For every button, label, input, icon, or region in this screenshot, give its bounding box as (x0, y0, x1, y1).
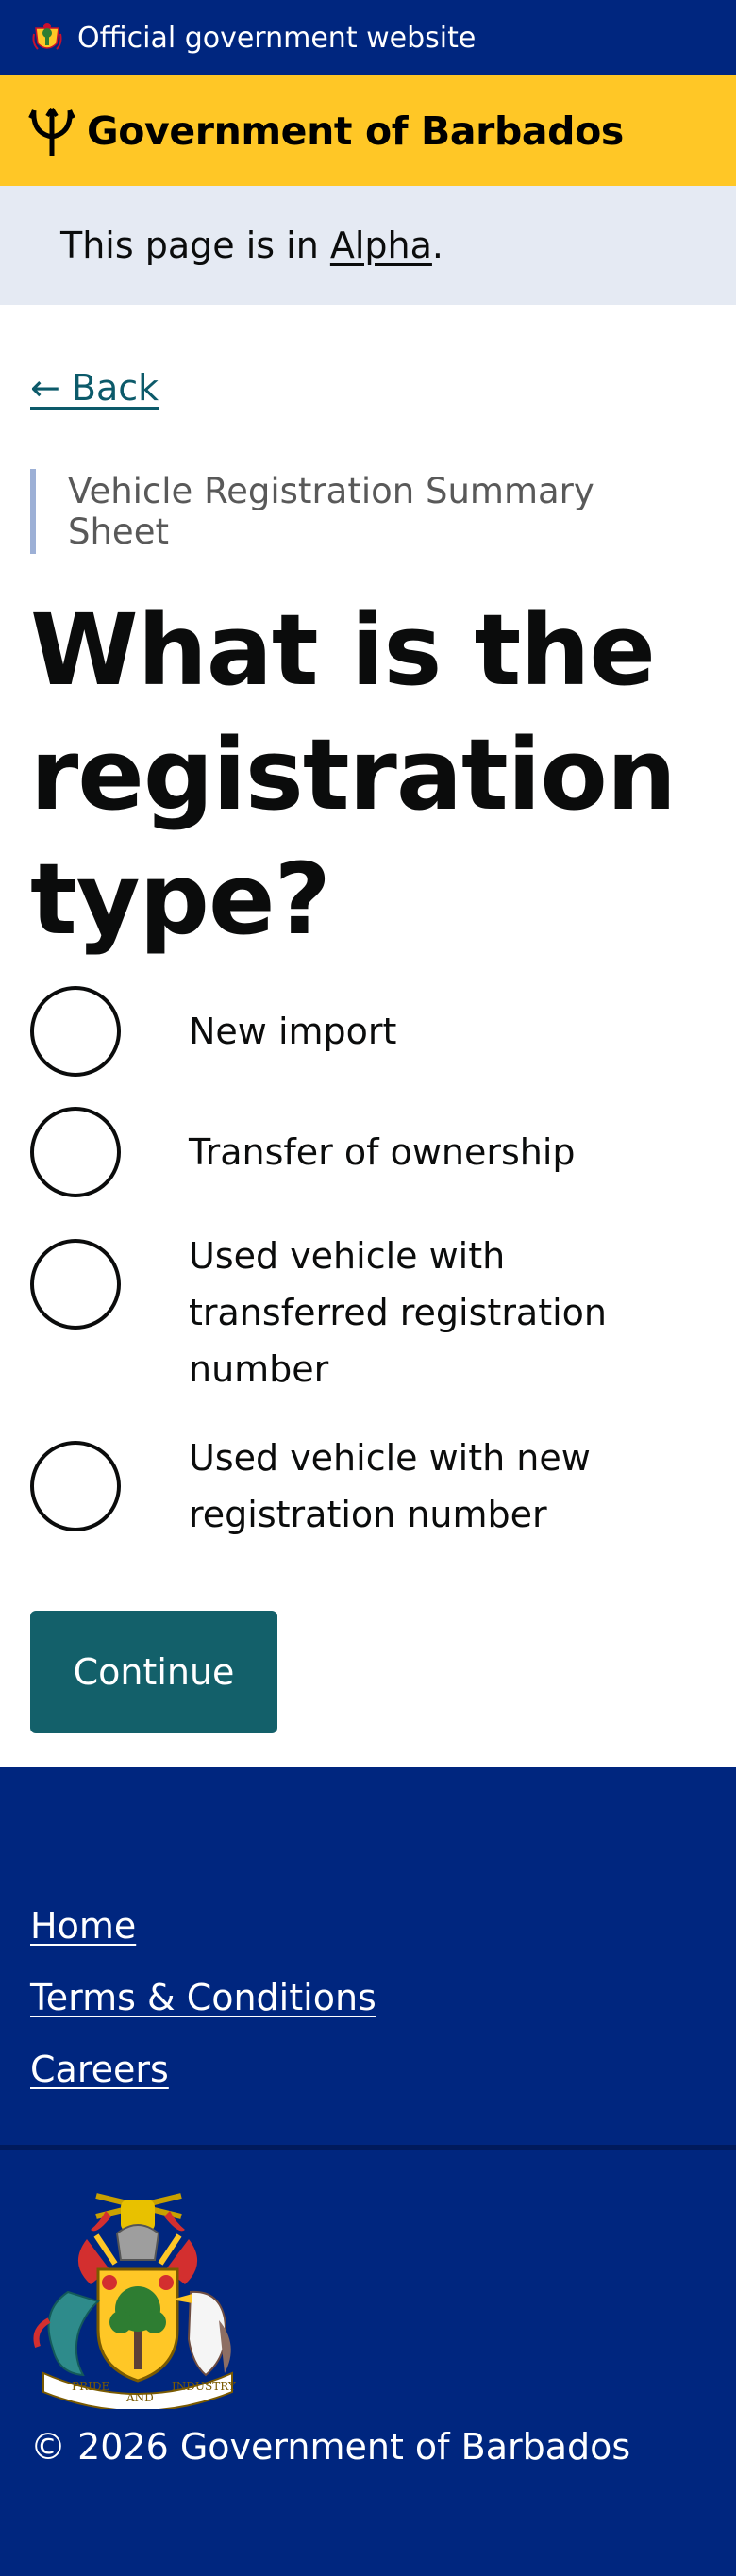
radio-label[interactable]: Used vehicle with new registration numbe… (189, 1430, 706, 1543)
radio-option-used-new-number[interactable]: Used vehicle with new registration numbe… (30, 1430, 706, 1543)
radio-button[interactable] (30, 1107, 121, 1197)
radio-button[interactable] (30, 1239, 121, 1330)
radio-option-transfer-of-ownership[interactable]: Transfer of ownership (30, 1107, 706, 1197)
copyright-text: © 2026 Government of Barbados (30, 2426, 631, 2467)
motto-and: AND (125, 2391, 154, 2404)
official-website-text: Official government website (77, 21, 477, 55)
phase-text-prefix: This page is in (60, 225, 330, 266)
radio-option-used-transferred-number[interactable]: Used vehicle with transferred registrati… (30, 1228, 706, 1397)
coat-of-arms-logo: PRIDE AND INDUSTRY (33, 2193, 237, 2412)
site-title[interactable]: Government of Barbados (87, 109, 624, 154)
phase-link[interactable]: Alpha (330, 225, 432, 266)
motto-industry: INDUSTRY (172, 2380, 237, 2393)
form-caption: Vehicle Registration Summary Sheet (30, 469, 706, 554)
radio-option-new-import[interactable]: New import (30, 986, 706, 1077)
radio-button[interactable] (30, 986, 121, 1077)
main-content: ← Back Vehicle Registration Summary Shee… (0, 305, 736, 1733)
radio-label[interactable]: Used vehicle with transferred registrati… (189, 1228, 706, 1397)
footer-link-terms[interactable]: Terms & Conditions (30, 1962, 706, 2033)
registration-type-radios: New import Transfer of ownership Used ve… (30, 986, 706, 1543)
trident-icon (28, 107, 75, 156)
footer: Home Terms & Conditions Careers PRIDE AN… (0, 1767, 736, 2576)
footer-link-careers[interactable]: Careers (30, 2033, 706, 2105)
radio-label[interactable]: Transfer of ownership (189, 1124, 576, 1180)
radio-label[interactable]: New import (189, 1003, 396, 1060)
continue-button[interactable]: Continue (30, 1611, 277, 1733)
footer-bottom: PRIDE AND INDUSTRY © 2026 Government of … (0, 2150, 736, 2467)
radio-button[interactable] (30, 1441, 121, 1531)
footer-link-home[interactable]: Home (30, 1890, 706, 1962)
back-link[interactable]: ← Back (30, 367, 159, 409)
coat-of-arms-icon (32, 23, 62, 50)
phase-banner: This page is in Alpha. (0, 186, 736, 305)
motto-pride: PRIDE (72, 2380, 109, 2393)
brand-bar: Government of Barbados (0, 75, 736, 186)
page-title: What is the registration type? (30, 593, 677, 957)
phase-text-suffix: . (431, 225, 444, 266)
footer-links: Home Terms & Conditions Careers (0, 1767, 736, 2150)
official-bar: Official government website (0, 0, 736, 75)
